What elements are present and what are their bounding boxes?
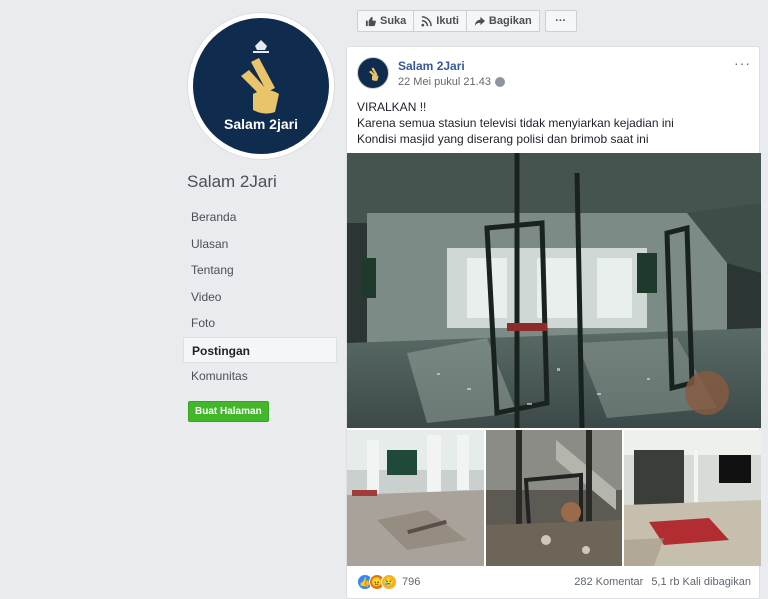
- like-page-button[interactable]: Suka: [357, 10, 415, 32]
- post-text-line: Kondisi masjid yang diserang polisi dan …: [357, 132, 649, 146]
- nav-item-ulasan[interactable]: Ulasan: [183, 231, 337, 258]
- damaged-mosque-interior-image: [347, 153, 761, 428]
- create-page-button[interactable]: Buat Halaman: [188, 401, 269, 422]
- post-card: Salam 2Jari 22 Mei pukul 21.43 ··· VIRAL…: [346, 46, 762, 599]
- rss-icon: [421, 15, 433, 27]
- follow-button[interactable]: Ikuti: [413, 10, 467, 32]
- more-options-button[interactable]: ···: [544, 10, 577, 32]
- red-carpet-room-image: [624, 430, 762, 566]
- share-label: Bagikan: [488, 15, 532, 27]
- nav-item-postingan[interactable]: Postingan: [183, 336, 337, 363]
- share-count-link[interactable]: 5,1 rb Kali dibagikan: [651, 576, 751, 588]
- sad-reaction-icon: 😢: [381, 574, 397, 590]
- page-action-bar: Suka Ikuti Bagikan ···: [357, 10, 577, 32]
- nav-item-beranda[interactable]: Beranda: [183, 204, 337, 231]
- logo-brand-text: Salam 2jari: [224, 116, 298, 132]
- post-author-avatar[interactable]: [357, 57, 389, 89]
- nav-item-foto[interactable]: Foto: [183, 310, 337, 337]
- post-photo-grid: [347, 430, 762, 566]
- post-body: VIRALKAN !! Karena semua stasiun televis…: [357, 99, 749, 147]
- thumbs-up-icon: [365, 16, 376, 26]
- two-finger-logo-icon: [369, 67, 379, 81]
- post-text-line: VIRALKAN !!: [357, 100, 427, 114]
- engagement-stats: 282 Komentar 5,1 rb Kali dibagikan: [574, 576, 751, 588]
- debris-hall-image: [347, 430, 484, 566]
- follow-label: Ikuti: [436, 15, 459, 27]
- share-arrow-icon: [474, 16, 485, 26]
- post-text-line: Karena semua stasiun televisi tidak meny…: [357, 116, 674, 130]
- page-logo: Salam 2jari: [193, 18, 329, 154]
- share-button[interactable]: Bagikan: [465, 10, 540, 32]
- nav-item-video[interactable]: Video: [183, 284, 337, 311]
- page-nav: Beranda Ulasan Tentang Video Foto Postin…: [183, 204, 337, 390]
- page-profile-picture[interactable]: Salam 2jari: [187, 12, 335, 160]
- reactions-summary[interactable]: 👍 😠 😢 796: [357, 574, 420, 590]
- post-footer: 👍 😠 😢 796 282 Komentar 5,1 rb Kali dibag…: [357, 571, 751, 593]
- comment-count-link[interactable]: 282 Komentar: [574, 576, 643, 588]
- public-globe-icon: [494, 77, 505, 87]
- like-label: Suka: [380, 15, 407, 27]
- post-author-name[interactable]: Salam 2Jari: [398, 59, 465, 73]
- broken-door-image: [485, 430, 623, 566]
- reaction-count: 796: [402, 576, 421, 588]
- timestamp-text: 22 Mei pukul 21.43: [398, 76, 491, 88]
- two-finger-logo-icon: [241, 40, 279, 114]
- post-main-photo[interactable]: [347, 153, 761, 428]
- post-photo-thumb[interactable]: [347, 430, 484, 566]
- post-timestamp[interactable]: 22 Mei pukul 21.43: [398, 76, 505, 88]
- post-photo-thumb[interactable]: [624, 430, 762, 566]
- post-photo-thumb[interactable]: [485, 430, 623, 566]
- nav-item-tentang[interactable]: Tentang: [183, 257, 337, 284]
- nav-item-komunitas[interactable]: Komunitas: [183, 363, 337, 390]
- post-options-button[interactable]: ···: [734, 55, 751, 71]
- page-title[interactable]: Salam 2Jari: [187, 172, 277, 192]
